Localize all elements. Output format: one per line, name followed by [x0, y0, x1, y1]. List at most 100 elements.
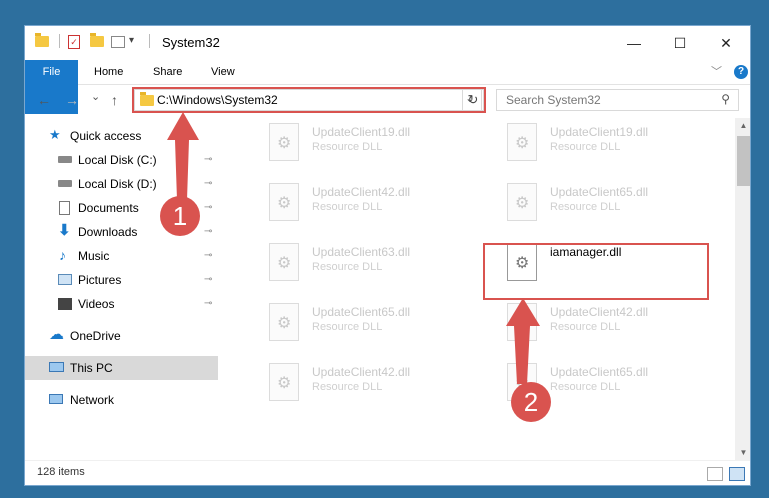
- file-item[interactable]: UpdateClient65.dll Resource DLL: [483, 177, 709, 231]
- file-item[interactable]: UpdateClient65.dll Resource DLL: [245, 297, 471, 351]
- sidebar-item-onedrive[interactable]: ☁ OneDrive: [25, 324, 218, 348]
- new-folder-icon[interactable]: [90, 33, 104, 47]
- file-name: UpdateClient42.dll: [550, 305, 649, 319]
- minimize-button[interactable]: —: [611, 26, 657, 60]
- dll-file-icon: [269, 183, 299, 221]
- file-highlight-box: [483, 243, 709, 300]
- maximize-button[interactable]: ☐: [657, 26, 703, 60]
- large-icons-view-icon[interactable]: [729, 467, 745, 481]
- file-item[interactable]: UpdateClient42.dll Resource DLL: [245, 357, 471, 411]
- sidebar-item-label: Downloads: [78, 225, 138, 239]
- scroll-up-icon[interactable]: ▲: [735, 121, 750, 130]
- file-name: UpdateClient42.dll: [312, 365, 411, 379]
- sidebar-item-label: This PC: [70, 361, 113, 375]
- pictures-icon: [58, 274, 72, 285]
- pin-icon[interactable]: ⊸: [204, 220, 212, 244]
- computer-icon: [49, 362, 64, 372]
- sidebar-item-videos[interactable]: Videos ⊸: [25, 292, 218, 316]
- forward-button[interactable]: →: [65, 92, 79, 108]
- folder-icon: [35, 33, 49, 47]
- vertical-scrollbar[interactable]: ▲ ▼: [735, 118, 750, 460]
- search-icon[interactable]: ⚲: [721, 92, 730, 106]
- documents-icon: [59, 201, 70, 215]
- address-highlight-box: [132, 87, 486, 113]
- recent-locations-button[interactable]: ⌄: [91, 90, 100, 103]
- back-button[interactable]: ←: [37, 92, 51, 108]
- file-item[interactable]: UpdateClient19.dll Resource DLL: [245, 117, 471, 171]
- file-type: Resource DLL: [550, 201, 621, 213]
- title-bar: ✓ ▾ System32 — ☐ ✕: [25, 26, 750, 60]
- file-type: Resource DLL: [312, 321, 383, 333]
- pin-icon[interactable]: ⊸: [204, 244, 212, 268]
- pin-icon[interactable]: ⊸: [204, 196, 212, 220]
- expand-ribbon-icon[interactable]: ﹀: [711, 60, 722, 84]
- file-type: Resource DLL: [550, 321, 621, 333]
- dll-file-icon: [507, 303, 537, 341]
- scrollbar-thumb[interactable]: [737, 136, 750, 186]
- ribbon: File Home Share View ﹀ ?: [25, 60, 750, 114]
- up-button[interactable]: ↑: [111, 92, 118, 108]
- drive-icon: [58, 156, 72, 163]
- tab-view[interactable]: View: [211, 60, 235, 84]
- sidebar-item-local-disk-c[interactable]: Local Disk (C:) ⊸: [25, 148, 218, 172]
- file-type: Resource DLL: [312, 201, 383, 213]
- sidebar-item-network[interactable]: Network: [25, 388, 218, 412]
- navigation-pane: ★ Quick access Local Disk (C:) ⊸ Local D…: [25, 124, 218, 454]
- network-icon: [49, 394, 63, 404]
- videos-icon: [58, 298, 72, 310]
- scroll-down-icon[interactable]: ▼: [735, 448, 750, 457]
- status-bar: 128 items: [25, 460, 750, 485]
- sidebar-item-label: Local Disk (D:): [78, 177, 157, 191]
- callout-1: 1: [160, 196, 200, 236]
- item-count: 128 items: [37, 466, 85, 478]
- tab-home[interactable]: Home: [94, 60, 123, 84]
- file-name: UpdateClient19.dll: [550, 125, 649, 139]
- search-box[interactable]: Search System32 ⚲: [496, 89, 739, 111]
- file-item[interactable]: UpdateClient42.dll Resource DLL: [483, 297, 709, 351]
- pin-icon[interactable]: ⊸: [204, 292, 212, 316]
- dll-file-icon: [269, 243, 299, 281]
- window-title: System32: [162, 35, 220, 50]
- dll-file-icon: [269, 363, 299, 401]
- file-item[interactable]: UpdateClient63.dll Resource DLL: [245, 237, 471, 291]
- file-name: UpdateClient65.dll: [312, 305, 411, 319]
- dll-file-icon: [269, 303, 299, 341]
- pin-icon[interactable]: ⊸: [204, 148, 212, 172]
- customize-toolbar-icon[interactable]: [111, 36, 125, 48]
- explorer-window: ✓ ▾ System32 — ☐ ✕ File Home Share View …: [24, 25, 751, 486]
- file-name: UpdateClient65.dll: [550, 365, 649, 379]
- sidebar-item-this-pc[interactable]: This PC: [25, 356, 218, 380]
- file-name: UpdateClient42.dll: [312, 185, 411, 199]
- file-list: UpdateClient19.dll Resource DLL UpdateCl…: [225, 117, 735, 457]
- star-icon: ★: [49, 127, 61, 142]
- toolbar-dropdown-icon[interactable]: ▾: [129, 35, 134, 46]
- divider: [149, 34, 150, 48]
- file-name: UpdateClient63.dll: [312, 245, 411, 259]
- file-item[interactable]: UpdateClient42.dll Resource DLL: [245, 177, 471, 231]
- music-icon: ♪: [59, 247, 66, 263]
- divider: [59, 34, 60, 48]
- file-type: Resource DLL: [550, 381, 621, 393]
- file-type: Resource DLL: [550, 141, 621, 153]
- navigation-bar: ← → ⌄ ↑ C:\Windows\System32 ⌄ ↻ Search S…: [25, 85, 750, 117]
- close-button[interactable]: ✕: [703, 26, 749, 60]
- pin-icon[interactable]: ⊸: [204, 172, 212, 196]
- sidebar-item-quick-access[interactable]: ★ Quick access: [25, 124, 218, 148]
- file-type: Resource DLL: [312, 381, 383, 393]
- drive-icon: [58, 180, 72, 187]
- dll-file-icon: [507, 123, 537, 161]
- pin-icon[interactable]: ⊸: [204, 268, 212, 292]
- dll-file-icon: [507, 183, 537, 221]
- file-item[interactable]: UpdateClient19.dll Resource DLL: [483, 117, 709, 171]
- search-placeholder: Search System32: [506, 93, 601, 107]
- dll-file-icon: [269, 123, 299, 161]
- sidebar-item-label: Documents: [78, 201, 139, 215]
- help-icon[interactable]: ?: [734, 65, 748, 79]
- properties-icon[interactable]: ✓: [68, 35, 80, 49]
- sidebar-item-pictures[interactable]: Pictures ⊸: [25, 268, 218, 292]
- sidebar-item-local-disk-d[interactable]: Local Disk (D:) ⊸: [25, 172, 218, 196]
- tab-share[interactable]: Share: [153, 60, 182, 84]
- details-view-icon[interactable]: [707, 467, 723, 481]
- sidebar-item-music[interactable]: ♪ Music ⊸: [25, 244, 218, 268]
- download-icon: ⬇: [58, 222, 71, 239]
